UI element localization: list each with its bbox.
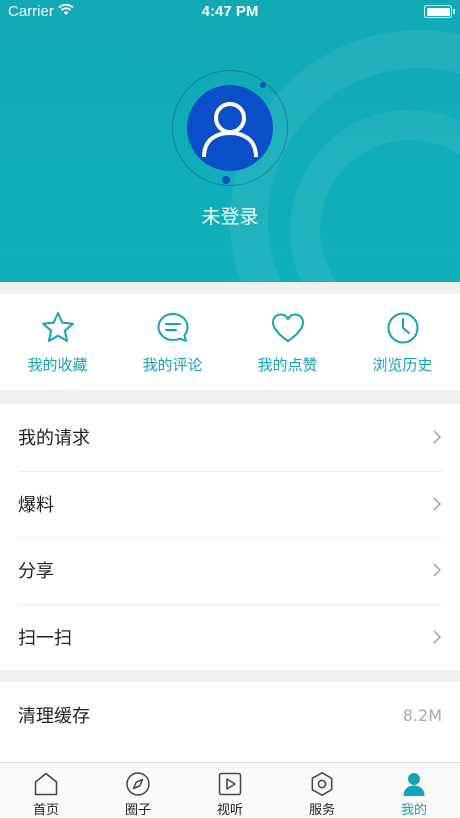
status-bar: Carrier 4:47 PM	[0, 0, 460, 24]
clock-icon	[387, 312, 418, 344]
heart-icon	[271, 313, 304, 342]
comment-icon	[157, 313, 188, 342]
bottom-tab-bar: 首页 圈子 视听 服务 我的	[0, 762, 460, 818]
star-icon	[41, 312, 74, 342]
chevron-right-icon	[433, 430, 442, 444]
menu-item-label: 扫一扫	[18, 627, 72, 649]
quick-action-label: 我的点赞	[257, 356, 318, 374]
play-icon	[218, 772, 242, 796]
status-time: 4:47 PM	[201, 3, 259, 20]
cache-section: 清理缓存 8.2M	[0, 682, 460, 762]
quick-action-label: 我的评论	[142, 356, 203, 374]
menu-item-label: 爆料	[18, 494, 54, 516]
tab-services[interactable]: 服务	[276, 763, 368, 818]
cache-size-value: 8.2M	[402, 705, 442, 725]
quick-actions-bar: 我的收藏 我的评论 我的点赞 浏览历史	[0, 294, 460, 390]
tab-home[interactable]: 首页	[0, 763, 92, 818]
avatar-container[interactable]	[172, 70, 288, 186]
quick-action-comments[interactable]: 我的评论	[115, 294, 230, 390]
quick-action-label: 浏览历史	[372, 356, 433, 374]
menu-item-share[interactable]: 分享	[0, 537, 460, 604]
quick-action-history[interactable]: 浏览历史	[345, 294, 460, 390]
profile-header: Carrier 4:47 PM 未登录	[0, 0, 460, 282]
menu-item-tip-off[interactable]: 爆料	[0, 470, 460, 538]
tab-label: 服务	[308, 803, 335, 818]
tab-label: 首页	[32, 803, 59, 818]
battery-icon	[424, 5, 455, 18]
user-icon	[403, 773, 425, 796]
tab-circle[interactable]: 圈子	[92, 763, 184, 818]
tab-me[interactable]: 我的	[368, 763, 460, 818]
quick-action-favorites[interactable]: 我的收藏	[0, 294, 115, 390]
menu-item-label: 分享	[18, 561, 54, 583]
avatar[interactable]	[187, 85, 273, 171]
login-status-label[interactable]: 未登录	[0, 202, 460, 229]
tab-media[interactable]: 视听	[184, 763, 276, 818]
user-silhouette-icon	[202, 102, 258, 158]
chevron-right-icon	[433, 497, 442, 511]
menu-item-my-requests[interactable]: 我的请求	[0, 404, 460, 471]
avatar-orbit-dot-bottom	[222, 176, 230, 184]
tab-label: 我的	[400, 803, 427, 818]
clear-cache-label: 清理缓存	[18, 706, 90, 727]
chevron-right-icon	[433, 630, 442, 644]
compass-icon	[126, 772, 150, 796]
quick-action-likes[interactable]: 我的点赞	[230, 294, 345, 390]
tab-label: 视听	[216, 803, 243, 818]
tab-label: 圈子	[124, 803, 151, 818]
menu-item-scan[interactable]: 扫一扫	[0, 603, 460, 671]
home-icon	[34, 772, 58, 796]
quick-action-label: 我的收藏	[27, 356, 88, 374]
hexagon-icon	[311, 772, 333, 796]
menu-list: 我的请求 爆料 分享 扫一扫	[0, 404, 460, 670]
chevron-right-icon	[433, 563, 442, 577]
menu-item-label: 我的请求	[18, 428, 90, 450]
menu-item-clear-cache[interactable]: 清理缓存 8.2M	[0, 682, 460, 748]
